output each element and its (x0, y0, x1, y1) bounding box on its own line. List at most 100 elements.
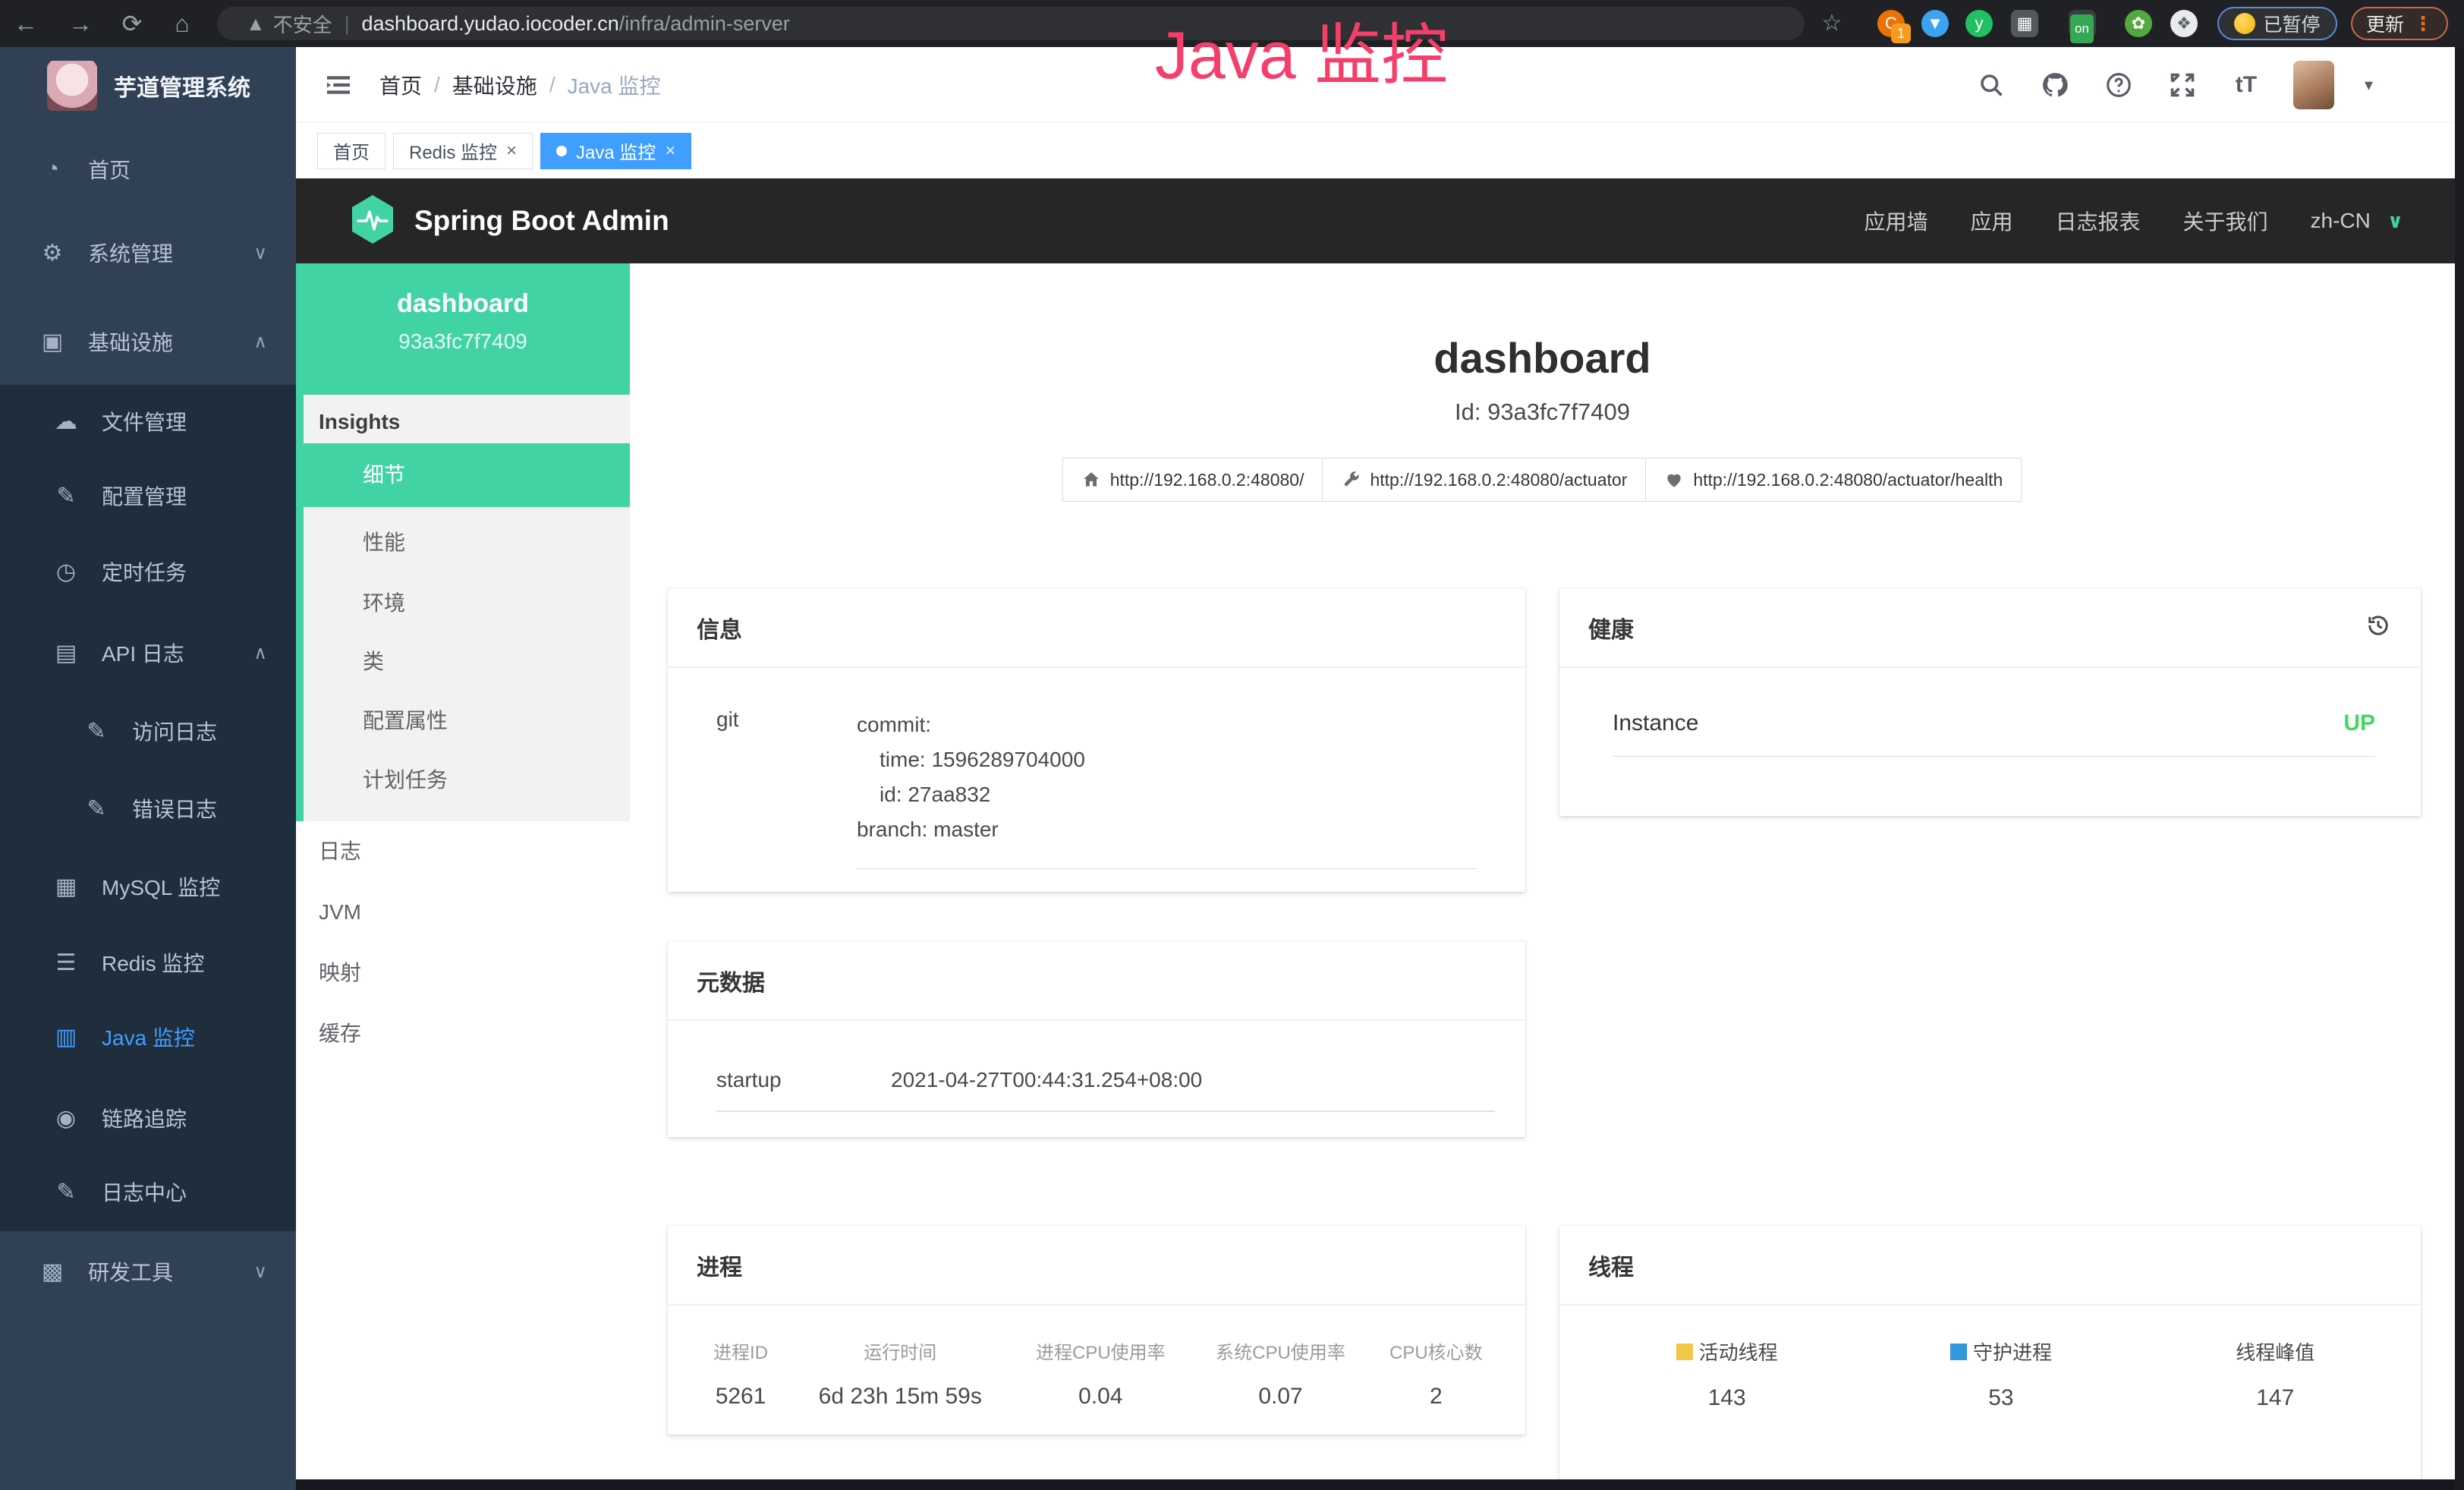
address-bar[interactable]: ▲ 不安全 | dashboard.yudao.iocoder.cn/infra… (217, 7, 1805, 40)
menu-item-details[interactable]: 细节 (304, 443, 630, 507)
hamburger-icon[interactable] (323, 70, 354, 104)
actuator-url-button[interactable]: http://192.168.0.2:48080/actuator (1322, 458, 1646, 502)
sidebar-item-system[interactable]: ⚙ 系统管理 ∨ (0, 222, 296, 283)
puzzle-extensions-icon[interactable]: ❖ (2170, 10, 2198, 37)
y-extension-icon[interactable]: y (1965, 10, 1993, 37)
tab-redis-monitor[interactable]: Redis 监控 × (393, 133, 533, 169)
grid-extension-icon[interactable]: ▦ (2011, 10, 2038, 37)
sidebar-item-api-log[interactable]: ▤ API 日志 ∧ (0, 622, 296, 683)
app-title: 芋道管理系统 (114, 69, 250, 102)
live-threads-value: 143 (1590, 1385, 1864, 1411)
close-icon[interactable]: × (665, 140, 675, 162)
sidebar-item-label: Java 监控 (102, 1022, 195, 1052)
sidebar-item-access-log[interactable]: ✎ 访问日志 (0, 701, 296, 761)
database-icon: ▦ (50, 874, 82, 900)
process-card: 进程 进程ID5261 运行时间6d 23h 15m 59s 进程CPU使用率0… (668, 1226, 1525, 1435)
sidebar-item-label: 日志中心 (102, 1177, 187, 1207)
sidebar-item-infra[interactable]: ▣ 基础设施 ∧ (0, 311, 296, 372)
daemon-threads-value: 53 (1864, 1385, 2138, 1411)
history-icon[interactable] (2365, 612, 2392, 643)
home-icon[interactable]: ⌂ (165, 7, 199, 40)
menu-item-config-props[interactable]: 配置属性 (304, 691, 630, 751)
close-icon[interactable]: × (506, 140, 517, 162)
sidebar-item-redis[interactable]: ☰ Redis 监控 (0, 932, 296, 993)
sidebar-item-jobs[interactable]: ◷ 定时任务 (0, 541, 296, 602)
profile-paused-chip[interactable]: 已暂停 (2217, 7, 2337, 40)
tab-label: Java 监控 (576, 137, 656, 164)
sidebar-item-label: 错误日志 (132, 793, 217, 824)
sidebar-item-error-log[interactable]: ✎ 错误日志 (0, 778, 296, 839)
health-url-button[interactable]: http://192.168.0.2:48080/actuator/health (1645, 458, 2022, 502)
chevron-down-icon: ∨ (253, 242, 267, 264)
sidebar-item-files[interactable]: ☁ 文件管理 (0, 391, 296, 452)
service-url-button[interactable]: http://192.168.0.2:48080/ (1062, 458, 1323, 502)
sba-brand[interactable]: Spring Boot Admin (414, 205, 669, 237)
menu-item-classes[interactable]: 类 (304, 632, 630, 692)
menu-item-caches[interactable]: 缓存 (296, 1003, 630, 1064)
url-path[interactable]: /infra/admin-server (619, 12, 790, 36)
log-icon: ▤ (50, 640, 82, 666)
layers-icon: ☰ (50, 950, 82, 976)
sba-nav-language[interactable]: zh-CN (2311, 209, 2371, 233)
chevron-down-icon: ∨ (253, 1261, 267, 1283)
menu-item-jvm[interactable]: JVM (296, 882, 630, 943)
menu-item-environment[interactable]: 环境 (304, 573, 630, 634)
sidebar-item-label: API 日志 (102, 638, 184, 668)
sba-nav-about[interactable]: 关于我们 (2183, 206, 2268, 236)
sidebar-item-mysql[interactable]: ▦ MySQL 监控 (0, 856, 296, 917)
extension-orange-icon[interactable]: C 1 (1877, 10, 1905, 37)
dashboard-icon: ◔ (36, 156, 68, 182)
tabs-extension-icon[interactable]: ☰ on (2069, 10, 2096, 37)
app-logo-row[interactable]: 芋道管理系统 (0, 59, 296, 112)
actuator-url-label: http://192.168.0.2:48080/actuator (1370, 470, 1627, 490)
instance-name: dashboard (296, 289, 630, 319)
bookmark-star-icon[interactable]: ☆ (1815, 7, 1849, 40)
help-icon[interactable] (2102, 68, 2135, 102)
github-icon[interactable] (2038, 68, 2072, 102)
sidebar-item-dev-tools[interactable]: ▩ 研发工具 ∨ (0, 1241, 296, 1302)
health-instance-row[interactable]: Instance UP (1559, 668, 2421, 736)
url-host[interactable]: dashboard.yudao.iocoder.cn (362, 12, 619, 36)
sidebar-item-log-center[interactable]: ✎ 日志中心 (0, 1161, 296, 1222)
menu-item-scheduled-tasks[interactable]: 计划任务 (304, 750, 630, 811)
fullscreen-icon[interactable] (2166, 68, 2199, 102)
user-menu-caret-icon[interactable]: ▾ (2365, 75, 2373, 95)
browser-menu-icon[interactable]: ⋮ (2413, 12, 2433, 36)
pin-extension-icon[interactable]: ▼ (1921, 10, 1949, 37)
sidebar-item-config[interactable]: ✎ 配置管理 (0, 465, 296, 526)
sidebar-item-label: MySQL 监控 (102, 871, 220, 902)
user-avatar[interactable] (2293, 61, 2334, 109)
threads-card-title: 线程 (1588, 1249, 1634, 1282)
sidebar-item-java-monitor[interactable]: ▥ Java 监控 (0, 1006, 296, 1067)
sba-nav-applications[interactable]: 应用 (1970, 206, 2012, 236)
tab-home[interactable]: 首页 (317, 133, 385, 169)
breadcrumb-home[interactable]: 首页 (379, 70, 422, 100)
menu-item-metrics[interactable]: 性能 (304, 512, 630, 573)
git-info-row: git commit: time: 1596289704000 id: 27aa… (668, 668, 1525, 869)
breadcrumb: 首页 / 基础设施 / Java 监控 (379, 47, 661, 123)
leaf-extension-icon[interactable]: ✿ (2125, 10, 2152, 37)
back-icon[interactable]: ← (9, 7, 42, 40)
sidebar-item-home[interactable]: ◔ 首页 (0, 139, 296, 200)
scrollbar[interactable] (2455, 47, 2464, 1490)
forward-icon[interactable]: → (64, 7, 97, 40)
breadcrumb-infra[interactable]: 基础设施 (452, 70, 537, 100)
reload-icon[interactable]: ⟳ (115, 7, 149, 40)
screen: ← → ⟳ ⌂ ▲ 不安全 | dashboard.yudao.iocoder.… (0, 0, 2464, 1490)
language-caret-icon[interactable]: ∨ (2387, 209, 2403, 233)
home-icon (1081, 470, 1101, 490)
font-size-icon[interactable]: tT (2230, 68, 2263, 102)
sidebar-item-tracing[interactable]: ◉ 链路追踪 (0, 1088, 296, 1148)
tags-view-bar: 首页 Redis 监控 × Java 监控 × (296, 123, 2464, 178)
instance-header[interactable]: dashboard 93a3fc7f7409 (296, 263, 630, 395)
search-icon[interactable] (1975, 68, 2008, 102)
tab-java-monitor[interactable]: Java 监控 × (540, 133, 691, 169)
menu-item-logging[interactable]: 日志 (296, 821, 630, 882)
sba-nav-wallboard[interactable]: 应用墙 (1864, 206, 1927, 236)
insights-label: Insights (319, 401, 400, 443)
sba-nav-journal[interactable]: 日志报表 (2056, 206, 2141, 236)
instance-sidebar: dashboard 93a3fc7f7409 Insights 细节 性能 环境… (296, 263, 630, 1485)
menu-item-mappings[interactable]: 映射 (296, 943, 630, 1003)
chrome-update-button[interactable]: 更新 ⋮ (2351, 7, 2448, 40)
security-label[interactable]: 不安全 (273, 10, 332, 38)
